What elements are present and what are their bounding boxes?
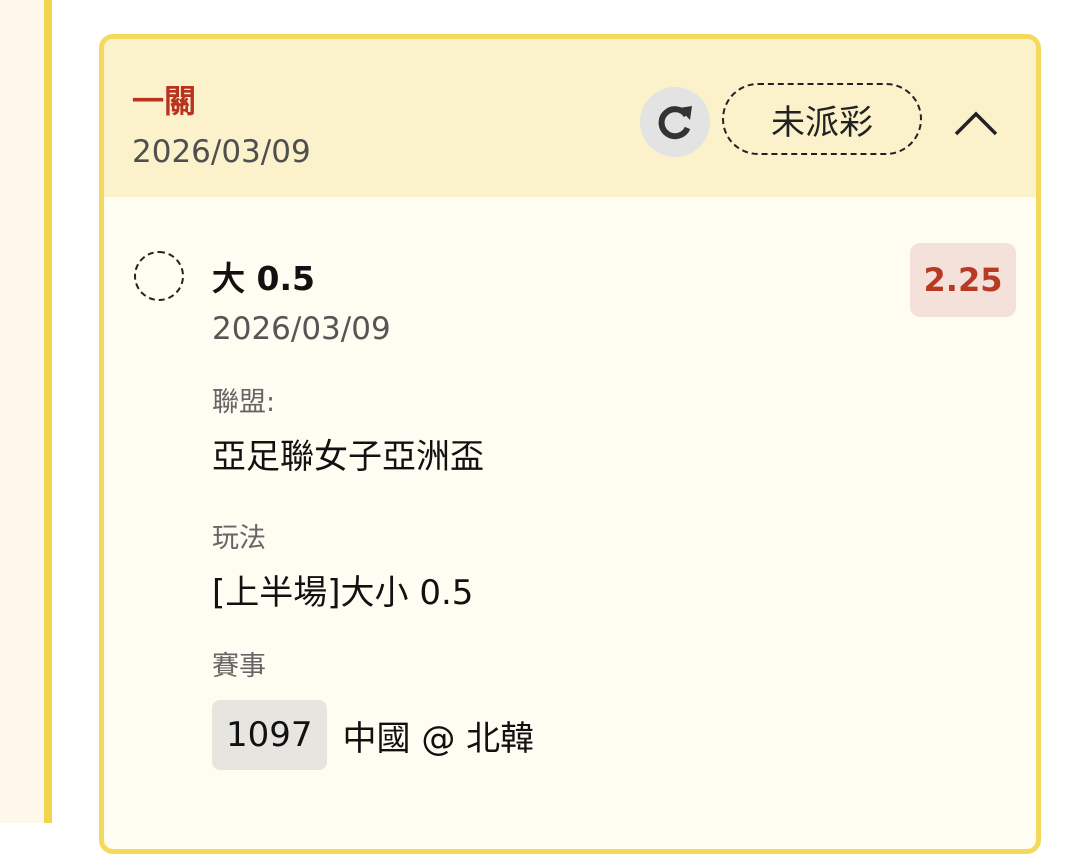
match-code-badge: 1097	[212, 700, 327, 770]
match-row: 1097 中國 @ 北韓	[212, 699, 534, 771]
refresh-icon	[658, 106, 692, 140]
league-value: 亞足聯女子亞洲盃	[212, 437, 484, 477]
chevron-up-icon	[954, 111, 998, 136]
bet-card: 一關 2026/03/09 未派彩 大 0.5 2026/03/09 2.25 …	[99, 34, 1041, 854]
match-teams: 中國 @ 北韓	[342, 718, 535, 759]
selection-date: 2026/03/09	[212, 311, 391, 347]
odds-badge: 2.25	[910, 243, 1016, 317]
league-label: 聯盟:	[212, 387, 276, 418]
bet-card-header[interactable]: 一關 2026/03/09 未派彩	[104, 39, 1036, 197]
play-value: [上半場]大小 0.5	[212, 573, 474, 613]
collapse-button[interactable]	[944, 91, 1008, 155]
selection-name: 大 0.5	[212, 259, 315, 298]
status-badge: 未派彩	[722, 83, 922, 155]
bet-date: 2026/03/09	[132, 134, 311, 170]
left-panel	[0, 0, 44, 823]
bet-type-label: 一關	[132, 82, 197, 120]
refresh-button[interactable]	[640, 87, 710, 157]
match-label: 賽事	[212, 651, 266, 682]
dashed-circle-icon	[134, 251, 184, 301]
play-label: 玩法	[212, 523, 266, 554]
left-accent-rail	[44, 0, 52, 823]
